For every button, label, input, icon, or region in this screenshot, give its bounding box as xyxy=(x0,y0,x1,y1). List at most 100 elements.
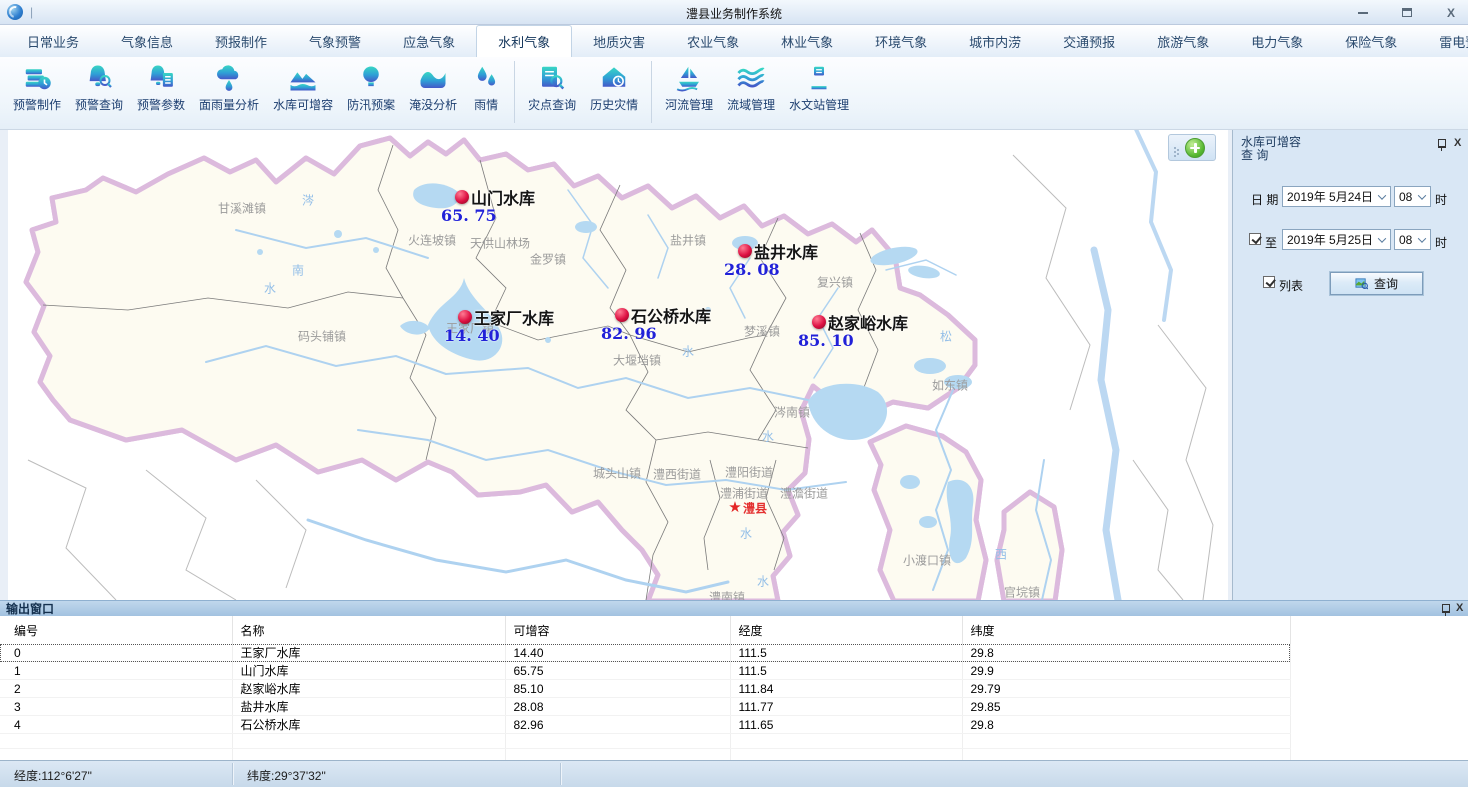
query-button[interactable]: 查询 xyxy=(1330,272,1423,295)
table-row[interactable]: 2赵家峪水库85.10111.8429.79 xyxy=(0,680,1290,698)
toolbar-button-灾点查询[interactable]: 灾点查询 xyxy=(521,59,583,113)
table-cell: 2 xyxy=(0,680,232,698)
town-label: 官垸镇 xyxy=(1004,584,1040,601)
menu-tab-15[interactable]: 保险气象 xyxy=(1324,25,1418,57)
town-label: 澧西街道 xyxy=(653,466,701,483)
list-checkbox[interactable] xyxy=(1263,276,1275,288)
table-cell: 29.8 xyxy=(962,644,1290,662)
column-header[interactable]: 名称 xyxy=(232,616,505,644)
menu-tab-9[interactable]: 林业气象 xyxy=(760,25,854,57)
toolbar-button-预警查询[interactable]: 预警查询 xyxy=(68,59,130,113)
toolbar-button-防汛预案[interactable]: 防汛预案 xyxy=(340,59,402,113)
warning-make-icon xyxy=(22,63,52,93)
reservoir-marker[interactable] xyxy=(455,190,469,204)
hour-from-suffix: 时 xyxy=(1435,191,1447,208)
toolbar-group-separator xyxy=(514,61,515,123)
column-header[interactable]: 可增容 xyxy=(505,616,730,644)
column-header[interactable]: 纬度 xyxy=(962,616,1290,644)
menu-tab-2[interactable]: 气象信息 xyxy=(100,25,194,57)
toolbar-button-雨情[interactable]: 雨情 xyxy=(464,59,508,113)
menu-tab-12[interactable]: 交通预报 xyxy=(1042,25,1136,57)
hour-from-select[interactable]: 08 xyxy=(1394,186,1431,207)
status-latitude: 纬度:29°37'32" xyxy=(247,767,326,784)
drag-grip-icon[interactable] xyxy=(1174,147,1176,149)
zoom-in-icon[interactable] xyxy=(1185,138,1205,158)
output-close-icon[interactable]: X xyxy=(1456,602,1463,614)
reservoir-marker[interactable] xyxy=(615,308,629,322)
menu-tab-3[interactable]: 预报制作 xyxy=(194,25,288,57)
close-icon[interactable]: X xyxy=(1444,6,1458,20)
panel-close-icon[interactable]: X xyxy=(1454,137,1461,149)
toolbar-button-淹没分析[interactable]: 淹没分析 xyxy=(402,59,464,113)
table-cell xyxy=(0,734,232,749)
town-label: 澧澹街道 xyxy=(780,485,828,502)
ribbon-toolbar: 预警制作预警查询预警参数面雨量分析水库可增容防汛预案淹没分析雨情灾点查询历史灾情… xyxy=(0,57,1468,130)
hour-to-suffix: 时 xyxy=(1435,234,1447,251)
table-row[interactable]: 1山门水库65.75111.529.9 xyxy=(0,662,1290,680)
toolbar-button-水文站管理[interactable]: 水文站管理 xyxy=(782,59,856,113)
date-from-select[interactable]: 2019年 5月24日 xyxy=(1282,186,1391,207)
hour-to-select[interactable]: 08 xyxy=(1394,229,1431,250)
disaster-history-icon xyxy=(599,63,629,93)
toolbar-button-河流管理[interactable]: 河流管理 xyxy=(658,59,720,113)
reservoir-marker[interactable] xyxy=(458,310,472,324)
maximize-icon[interactable] xyxy=(1400,6,1414,20)
reservoir-marker[interactable] xyxy=(738,244,752,258)
town-label: 金罗镇 xyxy=(530,251,566,268)
map-canvas[interactable]: 甘溪滩镇火连坡镇天供山林场金罗镇盐井镇复兴镇梦溪镇码头铺镇王家厂镇大堰垱镇涔南镇… xyxy=(8,130,1228,600)
toolbar-button-水库可增容[interactable]: 水库可增容 xyxy=(266,59,340,113)
menu-tab-4[interactable]: 气象预警 xyxy=(288,25,382,57)
toolbar-button-面雨量分析[interactable]: 面雨量分析 xyxy=(192,59,266,113)
status-longitude: 经度:112°6'27" xyxy=(14,767,92,784)
reservoir-marker[interactable] xyxy=(812,315,826,329)
river-label: 涔 xyxy=(302,192,314,209)
output-header: 输出窗口 X xyxy=(0,600,1468,616)
menu-tab-14[interactable]: 电力气象 xyxy=(1230,25,1324,57)
table-cell: 山门水库 xyxy=(232,662,505,680)
town-label: 澧阳街道 xyxy=(725,464,773,481)
river-label: 水 xyxy=(762,428,774,445)
toolbar-button-流域管理[interactable]: 流域管理 xyxy=(720,59,782,113)
column-header[interactable]: 编号 xyxy=(0,616,232,644)
toolbar-button-预警参数[interactable]: 预警参数 xyxy=(130,59,192,113)
menu-tab-10[interactable]: 环境气象 xyxy=(854,25,948,57)
table-cell: 29.8 xyxy=(962,716,1290,734)
column-header[interactable]: 经度 xyxy=(730,616,962,644)
date-to-select[interactable]: 2019年 5月25日 xyxy=(1282,229,1391,250)
table-cell: 14.40 xyxy=(505,644,730,662)
menu-tab-5[interactable]: 应急气象 xyxy=(382,25,476,57)
pin-icon[interactable] xyxy=(1440,603,1451,616)
table-cell: 29.79 xyxy=(962,680,1290,698)
minimize-icon[interactable] xyxy=(1356,6,1370,20)
table-cell: 29.85 xyxy=(962,698,1290,716)
toolbar-button-历史灾情[interactable]: 历史灾情 xyxy=(583,59,645,113)
menu-tab-7[interactable]: 地质灾害 xyxy=(572,25,666,57)
table-cell: 111.84 xyxy=(730,680,962,698)
toolbar-button-label: 水文站管理 xyxy=(789,96,849,113)
menu-tab-11[interactable]: 城市内涝 xyxy=(948,25,1042,57)
toolbar-group-separator xyxy=(651,61,652,123)
river-icon xyxy=(674,63,704,93)
status-bar: 经度:112°6'27" 纬度:29°37'32" xyxy=(0,760,1468,787)
reservoir-capacity-icon xyxy=(288,63,318,93)
toolbar-button-label: 水库可增容 xyxy=(273,96,333,113)
menu-tab-6[interactable]: 水利气象 xyxy=(476,25,572,57)
toolbar-button-预警制作[interactable]: 预警制作 xyxy=(6,59,68,113)
town-label: 澧南镇 xyxy=(709,589,745,601)
table-row[interactable]: 3盐井水库28.08111.7729.85 xyxy=(0,698,1290,716)
menu-tab-8[interactable]: 农业气象 xyxy=(666,25,760,57)
river-label: 水 xyxy=(757,573,769,590)
to-checkbox[interactable] xyxy=(1249,233,1261,245)
table-cell: 1 xyxy=(0,662,232,680)
table-cell: 82.96 xyxy=(505,716,730,734)
table-row[interactable]: 0王家厂水库14.40111.529.8 xyxy=(0,644,1290,662)
table-cell xyxy=(505,734,730,749)
table-row[interactable]: 4石公桥水库82.96111.6529.8 xyxy=(0,716,1290,734)
menu-tab-16[interactable]: 雷电预警 xyxy=(1418,25,1468,57)
menu-tab-13[interactable]: 旅游气象 xyxy=(1136,25,1230,57)
pin-icon[interactable] xyxy=(1436,138,1447,151)
menu-tab-1[interactable]: 日常业务 xyxy=(6,25,100,57)
disaster-point-icon xyxy=(537,63,567,93)
table-cell: 111.5 xyxy=(730,644,962,662)
table-cell xyxy=(962,734,1290,749)
